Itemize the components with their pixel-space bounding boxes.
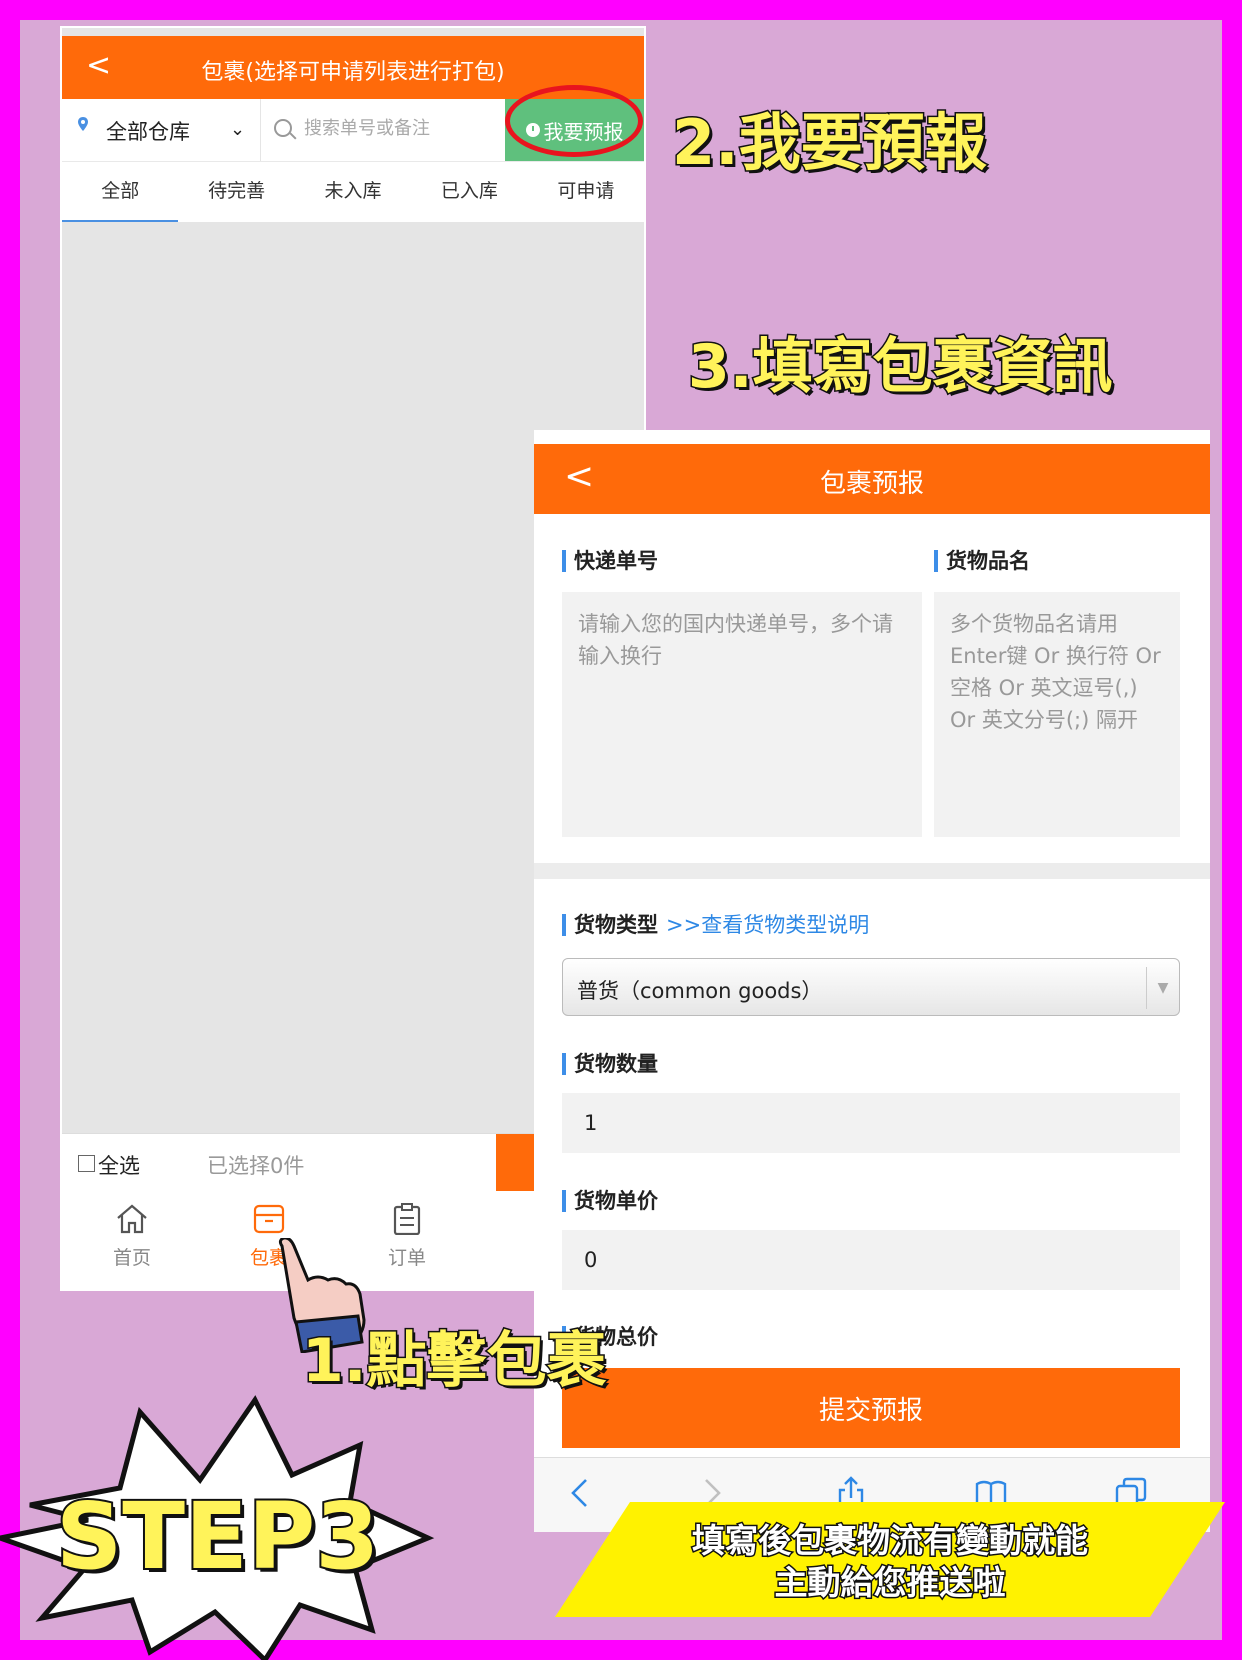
location-pin-icon bbox=[78, 117, 88, 131]
goods-type-help-link[interactable]: >>查看货物类型说明 bbox=[666, 913, 869, 937]
nav-home-label: 首页 bbox=[112, 1247, 151, 1269]
prereport-header: < 包裹预报 bbox=[534, 444, 1210, 514]
notification-banner-text: 填寫後包裹物流有變動就能 主動給您推送啦 bbox=[600, 1520, 1180, 1604]
goods-type-value: 普货（common goods） bbox=[577, 979, 823, 1003]
search-icon bbox=[274, 119, 292, 137]
highlight-circle bbox=[505, 85, 643, 157]
goods-type-select[interactable]: 普货（common goods） ▼ bbox=[562, 958, 1180, 1016]
package-icon bbox=[253, 1204, 285, 1234]
selected-count: 已选择0件 bbox=[207, 1154, 305, 1178]
step3-annotation: 3.填寫包裹資訊 bbox=[687, 331, 1115, 404]
banner-line-1: 填寫後包裹物流有變動就能 bbox=[691, 1520, 1090, 1562]
page-title: 包裹(选择可申请列表进行打包) bbox=[201, 60, 505, 85]
status-tabs: 全部 待完善 未入库 已入库 可申请 bbox=[62, 162, 644, 222]
tab-in-warehouse[interactable]: 已入库 bbox=[411, 162, 527, 222]
goods-type-label: 货物类型 >>查看货物类型说明 bbox=[562, 914, 869, 936]
prereport-form-screenshot: < 包裹预报 快递单号 货物品名 货物类型 >>查看货物类型说明 普货（commo… bbox=[534, 430, 1210, 1532]
banner-line-2: 主動給您推送啦 bbox=[773, 1562, 1007, 1604]
warehouse-filter[interactable]: 全部仓库 bbox=[106, 116, 190, 146]
tab-pending-completion[interactable]: 待完善 bbox=[178, 162, 294, 222]
page-title: 包裹预报 bbox=[819, 469, 924, 499]
tracking-number-field[interactable] bbox=[562, 592, 922, 837]
step-badge-text: STEP3 bbox=[54, 1481, 381, 1592]
goods-type-label-text: 货物类型 bbox=[574, 913, 658, 937]
order-list-icon bbox=[393, 1203, 421, 1235]
nav-orders-label: 订单 bbox=[387, 1247, 426, 1269]
unit-price-label: 货物单价 bbox=[562, 1190, 658, 1212]
step2-annotation: 2.我要預報 bbox=[671, 105, 989, 181]
search-input[interactable] bbox=[302, 117, 486, 140]
divider bbox=[260, 99, 261, 161]
tracking-number-label: 快递单号 bbox=[562, 550, 658, 572]
section-divider bbox=[534, 863, 1210, 879]
select-all-label: 全选 bbox=[98, 1154, 140, 1178]
tab-applicable[interactable]: 可申请 bbox=[528, 162, 644, 222]
quantity-label: 货物数量 bbox=[562, 1053, 658, 1075]
goods-name-field[interactable] bbox=[934, 592, 1180, 837]
goods-name-label: 货物品名 bbox=[934, 550, 1030, 572]
chevron-down-icon[interactable]: ⌄ bbox=[230, 119, 245, 140]
quantity-field[interactable] bbox=[562, 1093, 1180, 1153]
select-all-checkbox[interactable] bbox=[78, 1155, 95, 1172]
home-icon bbox=[117, 1204, 147, 1234]
unit-price-field[interactable] bbox=[562, 1230, 1180, 1290]
tab-not-in-warehouse[interactable]: 未入库 bbox=[295, 162, 411, 222]
tab-all[interactable]: 全部 bbox=[62, 162, 179, 222]
select-arrow-icon: ▼ bbox=[1146, 967, 1179, 1009]
submit-prereport-button[interactable]: 提交预报 bbox=[562, 1368, 1180, 1448]
step1-annotation: 1.點擊包裹 bbox=[301, 1325, 609, 1398]
